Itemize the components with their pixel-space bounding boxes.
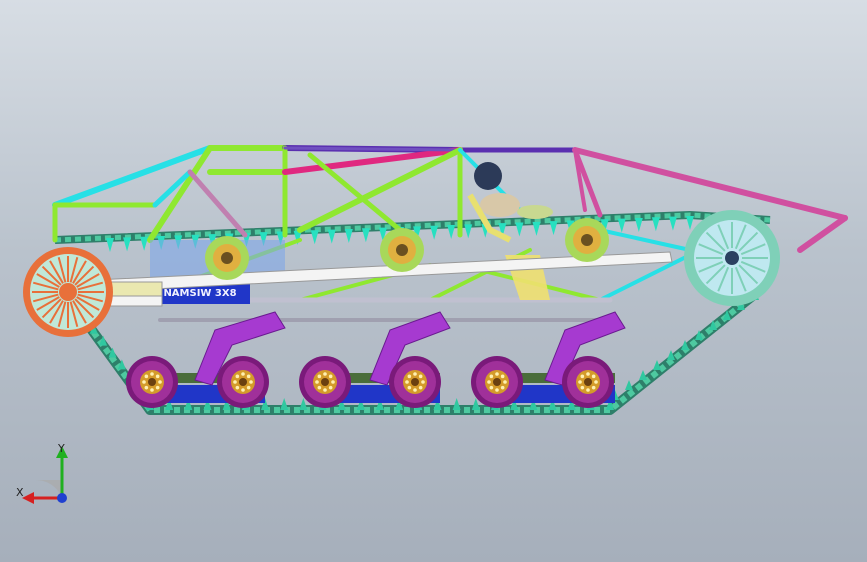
road-wheel[interactable]	[217, 356, 269, 408]
road-wheel[interactable]	[389, 356, 441, 408]
orientation-triad	[22, 446, 68, 504]
road-wheel[interactable]	[471, 356, 523, 408]
road-wheel[interactable]	[299, 356, 351, 408]
y-axis-label: Y	[58, 442, 65, 455]
rear-drive-sprocket[interactable]	[23, 247, 113, 337]
road-wheel[interactable]	[562, 356, 614, 408]
z-axis-dot	[57, 493, 67, 503]
road-wheel[interactable]	[126, 356, 178, 408]
tank-vehicle-model[interactable]: NAMSIW 3X8	[0, 0, 867, 562]
x-axis-label: X	[16, 486, 24, 499]
name-plate-text: NAMSIW 3X8	[163, 288, 236, 299]
cad-graphics-viewport[interactable]: NAMSIW 3X8 X Y	[0, 0, 867, 562]
front-idler-wheel[interactable]	[684, 210, 780, 306]
